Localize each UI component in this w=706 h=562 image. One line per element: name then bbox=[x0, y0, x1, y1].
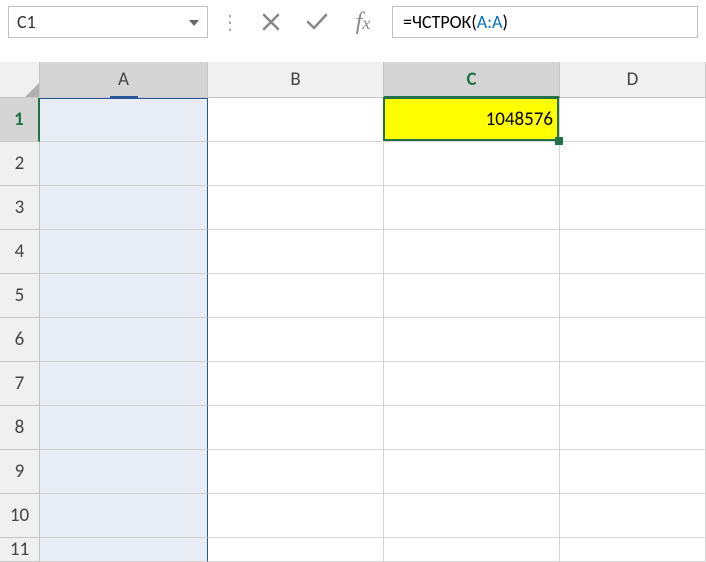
row-header-1[interactable]: 1 bbox=[0, 98, 40, 142]
cell-C6[interactable] bbox=[384, 318, 560, 362]
formula-bar-buttons: fx bbox=[250, 6, 384, 38]
fx-icon: fx bbox=[356, 9, 371, 36]
cell-A10[interactable] bbox=[40, 494, 208, 538]
cell-A3[interactable] bbox=[40, 186, 208, 230]
cell-A7[interactable] bbox=[40, 362, 208, 406]
name-box-value: C1 bbox=[17, 11, 36, 33]
cell-C9[interactable] bbox=[384, 450, 560, 494]
cell-D6[interactable] bbox=[560, 318, 706, 362]
cell-B9[interactable] bbox=[208, 450, 384, 494]
cell-D4[interactable] bbox=[560, 230, 706, 274]
column-header-C[interactable]: C bbox=[384, 62, 560, 98]
cell-D9[interactable] bbox=[560, 450, 706, 494]
cell-A1[interactable] bbox=[40, 98, 208, 142]
row-header-5[interactable]: 5 bbox=[0, 274, 40, 318]
chevron-down-icon[interactable] bbox=[189, 16, 199, 29]
column-header-A[interactable]: A bbox=[40, 62, 208, 98]
cell-A2[interactable] bbox=[40, 142, 208, 186]
confirm-button[interactable] bbox=[296, 6, 338, 38]
column-header-B[interactable]: B bbox=[208, 62, 384, 98]
formula-text-ref: A:A bbox=[477, 11, 503, 33]
cell-C3[interactable] bbox=[384, 186, 560, 230]
cell-C11[interactable] bbox=[384, 538, 560, 562]
cell-A5[interactable] bbox=[40, 274, 208, 318]
cell-C7[interactable] bbox=[384, 362, 560, 406]
row-header-11[interactable]: 11 bbox=[0, 538, 40, 562]
cell-A9[interactable] bbox=[40, 450, 208, 494]
cell-D8[interactable] bbox=[560, 406, 706, 450]
cell-A8[interactable] bbox=[40, 406, 208, 450]
cell-C4[interactable] bbox=[384, 230, 560, 274]
row-header-10[interactable]: 10 bbox=[0, 494, 40, 538]
cell-C8[interactable] bbox=[384, 406, 560, 450]
cells-area: 1048576 bbox=[40, 98, 706, 562]
name-box[interactable]: C1 bbox=[8, 6, 208, 38]
cell-B8[interactable] bbox=[208, 406, 384, 450]
cell-D5[interactable] bbox=[560, 274, 706, 318]
column-headers: ABCD bbox=[40, 62, 706, 98]
divider-icon: ⋮ bbox=[216, 10, 242, 35]
cell-B4[interactable] bbox=[208, 230, 384, 274]
cell-B6[interactable] bbox=[208, 318, 384, 362]
cell-A11[interactable] bbox=[40, 538, 208, 562]
cancel-button[interactable] bbox=[250, 6, 292, 38]
row-header-6[interactable]: 6 bbox=[0, 318, 40, 362]
cell-B2[interactable] bbox=[208, 142, 384, 186]
cell-C10[interactable] bbox=[384, 494, 560, 538]
row-header-2[interactable]: 2 bbox=[0, 142, 40, 186]
cell-B10[interactable] bbox=[208, 494, 384, 538]
insert-function-button[interactable]: fx bbox=[342, 6, 384, 38]
cell-B1[interactable] bbox=[208, 98, 384, 142]
formula-bar: C1 ⋮ fx =ЧСТРОК(A:A) bbox=[0, 0, 706, 44]
fill-handle[interactable] bbox=[555, 137, 563, 145]
cell-B5[interactable] bbox=[208, 274, 384, 318]
cell-D10[interactable] bbox=[560, 494, 706, 538]
cell-D1[interactable] bbox=[560, 98, 706, 142]
formula-text-suffix: ) bbox=[502, 11, 507, 33]
cell-C2[interactable] bbox=[384, 142, 560, 186]
row-header-9[interactable]: 9 bbox=[0, 450, 40, 494]
row-header-3[interactable]: 3 bbox=[0, 186, 40, 230]
cell-D11[interactable] bbox=[560, 538, 706, 562]
cell-D2[interactable] bbox=[560, 142, 706, 186]
cell-B7[interactable] bbox=[208, 362, 384, 406]
row-header-7[interactable]: 7 bbox=[0, 362, 40, 406]
cell-B3[interactable] bbox=[208, 186, 384, 230]
cell-A4[interactable] bbox=[40, 230, 208, 274]
cell-B11[interactable] bbox=[208, 538, 384, 562]
cell-C1[interactable]: 1048576 bbox=[384, 98, 560, 142]
select-all-corner[interactable] bbox=[0, 62, 40, 98]
formula-input[interactable]: =ЧСТРОК(A:A) bbox=[392, 6, 698, 38]
cell-D7[interactable] bbox=[560, 362, 706, 406]
column-header-D[interactable]: D bbox=[560, 62, 706, 98]
row-header-4[interactable]: 4 bbox=[0, 230, 40, 274]
column-selection-handle bbox=[110, 96, 138, 99]
cell-C5[interactable] bbox=[384, 274, 560, 318]
cell-D3[interactable] bbox=[560, 186, 706, 230]
row-header-8[interactable]: 8 bbox=[0, 406, 40, 450]
formula-text-prefix: =ЧСТРОК( bbox=[403, 11, 477, 33]
row-headers: 1234567891011 bbox=[0, 98, 40, 562]
cell-A6[interactable] bbox=[40, 318, 208, 362]
